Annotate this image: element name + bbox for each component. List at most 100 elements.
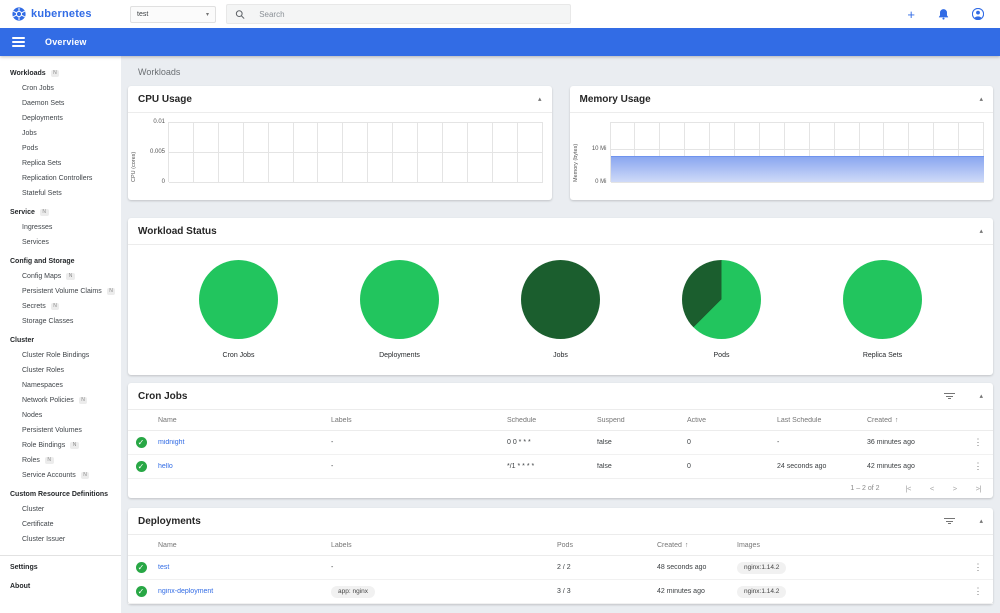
row-menu-button[interactable]: ⋮ (967, 461, 993, 472)
memory-usage-card: Memory Usage ▴ Memory (bytes) 10 Mi 0 Mi (569, 86, 993, 200)
sidebar-item[interactable]: Role Bindings N (0, 438, 121, 453)
collapse-icon[interactable]: ▴ (538, 95, 542, 103)
resource-link[interactable]: nginx-deployment (158, 588, 213, 595)
sidebar-item-label: Secrets (22, 303, 46, 310)
sidebar-item[interactable]: Roles N (0, 453, 121, 468)
sidebar-item[interactable]: About (0, 579, 121, 594)
sidebar-item[interactable]: Network Policies N (0, 393, 121, 408)
sidebar-item[interactable]: Cluster Roles (0, 363, 121, 378)
column-header[interactable]: Suspend (597, 417, 687, 424)
sidebar-item-label: About (10, 583, 31, 590)
sidebar-item[interactable]: Replica Sets (0, 156, 121, 171)
filter-icon[interactable] (943, 393, 955, 399)
sidebar-item[interactable]: Nodes (0, 408, 121, 423)
y-tick: 0.01 (153, 119, 165, 125)
sidebar-item[interactable]: Cluster Role Bindings (0, 348, 121, 363)
sidebar-item[interactable]: Jobs (0, 126, 121, 141)
collapse-icon[interactable]: ▴ (979, 95, 983, 103)
pie-chart[interactable] (360, 260, 439, 339)
status-ok-icon: ✓ (135, 586, 147, 597)
sidebar-item-label: Roles (22, 457, 40, 464)
sidebar-item[interactable]: Secrets N (0, 299, 121, 314)
column-header[interactable]: Images (737, 542, 967, 549)
sidebar-item[interactable]: Cluster (0, 502, 121, 517)
sidebar-item[interactable]: Ingresses (0, 220, 121, 235)
sidebar-item[interactable]: Cluster Issuer (0, 532, 121, 547)
collapse-icon[interactable]: ▴ (979, 227, 983, 235)
sidebar-item[interactable]: Persistent Volume Claims N (0, 284, 121, 299)
resource-link[interactable]: hello (158, 463, 173, 470)
sidebar-item-label: Services (22, 239, 49, 246)
pie-chart[interactable] (682, 260, 761, 339)
column-header[interactable]: Schedule (507, 417, 597, 424)
table-row: ✓ hello - */1 * * * * false 0 24 seconds… (128, 455, 993, 479)
column-header[interactable]: Name (158, 542, 331, 549)
sidebar-item-label: Cluster (22, 506, 45, 513)
namespaced-badge: N (80, 472, 90, 479)
sidebar-item[interactable]: Persistent Volumes (0, 423, 121, 438)
column-header[interactable]: Name (158, 417, 331, 424)
column-header[interactable]: Labels (331, 417, 507, 424)
deployments-rows: ✓ test - 2 / 2 48 seconds ago nginx:1.14… (128, 556, 993, 604)
sidebar-item[interactable]: Service N (0, 205, 121, 220)
row-menu-button[interactable]: ⋮ (967, 562, 993, 573)
table-header: Name Labels Pods Created ↑ Images (128, 535, 993, 556)
row-menu-button[interactable]: ⋮ (967, 586, 993, 597)
app-bar: Overview (0, 28, 1000, 56)
created-cell: 42 minutes ago (867, 463, 915, 470)
sidebar-item[interactable]: Certificate (0, 517, 121, 532)
sidebar-item-label: Daemon Sets (22, 100, 65, 107)
column-header-sorted[interactable]: Created ↑ (867, 417, 967, 424)
sidebar-item[interactable]: Replication Controllers (0, 171, 121, 186)
y-tick: 0 (161, 179, 165, 185)
sidebar-item[interactable]: Settings (0, 560, 121, 575)
namespace-selector[interactable]: test ▾ (130, 5, 216, 23)
sidebar-item[interactable]: Custom Resource Definitions (0, 487, 121, 502)
pie-chart[interactable] (199, 260, 278, 339)
sidebar-item[interactable]: Storage Classes (0, 314, 121, 329)
sidebar-item[interactable] (0, 555, 121, 556)
column-header[interactable]: Labels (331, 542, 557, 549)
sidebar-item[interactable]: Config Maps N (0, 269, 121, 284)
resource-link[interactable]: midnight (158, 439, 184, 446)
sidebar-item[interactable]: Workloads N (0, 66, 121, 81)
next-page-button[interactable]: > (953, 484, 957, 493)
sidebar-item[interactable]: Deployments (0, 111, 121, 126)
column-header[interactable]: Active (687, 417, 777, 424)
sidebar-item[interactable]: Services (0, 235, 121, 250)
sidebar-item[interactable]: Cron Jobs (0, 81, 121, 96)
sidebar-item[interactable]: Service Accounts N (0, 468, 121, 483)
pie-chart[interactable] (843, 260, 922, 339)
menu-icon[interactable] (12, 37, 25, 47)
filter-icon[interactable] (943, 518, 955, 524)
status-pie: Replica Sets (823, 260, 943, 359)
kubernetes-logo[interactable]: kubernetes (0, 7, 120, 21)
column-header[interactable]: Last Schedule (777, 417, 867, 424)
resource-link[interactable]: test (158, 564, 169, 571)
account-button[interactable] (972, 8, 984, 20)
column-header[interactable]: Pods (557, 542, 657, 549)
notifications-button[interactable] (938, 8, 949, 20)
sidebar-item[interactable]: Stateful Sets (0, 186, 121, 201)
pie-chart[interactable] (521, 260, 600, 339)
row-menu-button[interactable]: ⋮ (967, 437, 993, 448)
sidebar-item[interactable]: Cluster (0, 333, 121, 348)
column-header-sorted[interactable]: Created ↑ (657, 542, 737, 549)
sidebar-item[interactable]: Namespaces (0, 378, 121, 393)
last-page-button[interactable]: >| (976, 484, 982, 493)
search-input[interactable] (259, 9, 562, 19)
collapse-icon[interactable]: ▴ (979, 392, 983, 400)
search-bar[interactable] (226, 4, 571, 24)
sidebar-item[interactable]: Config and Storage (0, 254, 121, 269)
labels-cell: - (331, 564, 334, 571)
first-page-button[interactable]: |< (906, 484, 912, 493)
pie-label: Pods (713, 352, 730, 359)
sidebar-item[interactable]: Daemon Sets (0, 96, 121, 111)
labels-cell: - (331, 439, 334, 446)
collapse-icon[interactable]: ▴ (979, 517, 983, 525)
sidebar-item[interactable]: Pods (0, 141, 121, 156)
card-title: Workload Status (138, 225, 217, 237)
namespaced-badge: N (50, 70, 60, 77)
create-resource-button[interactable]: + (907, 8, 915, 21)
prev-page-button[interactable]: < (930, 484, 934, 493)
